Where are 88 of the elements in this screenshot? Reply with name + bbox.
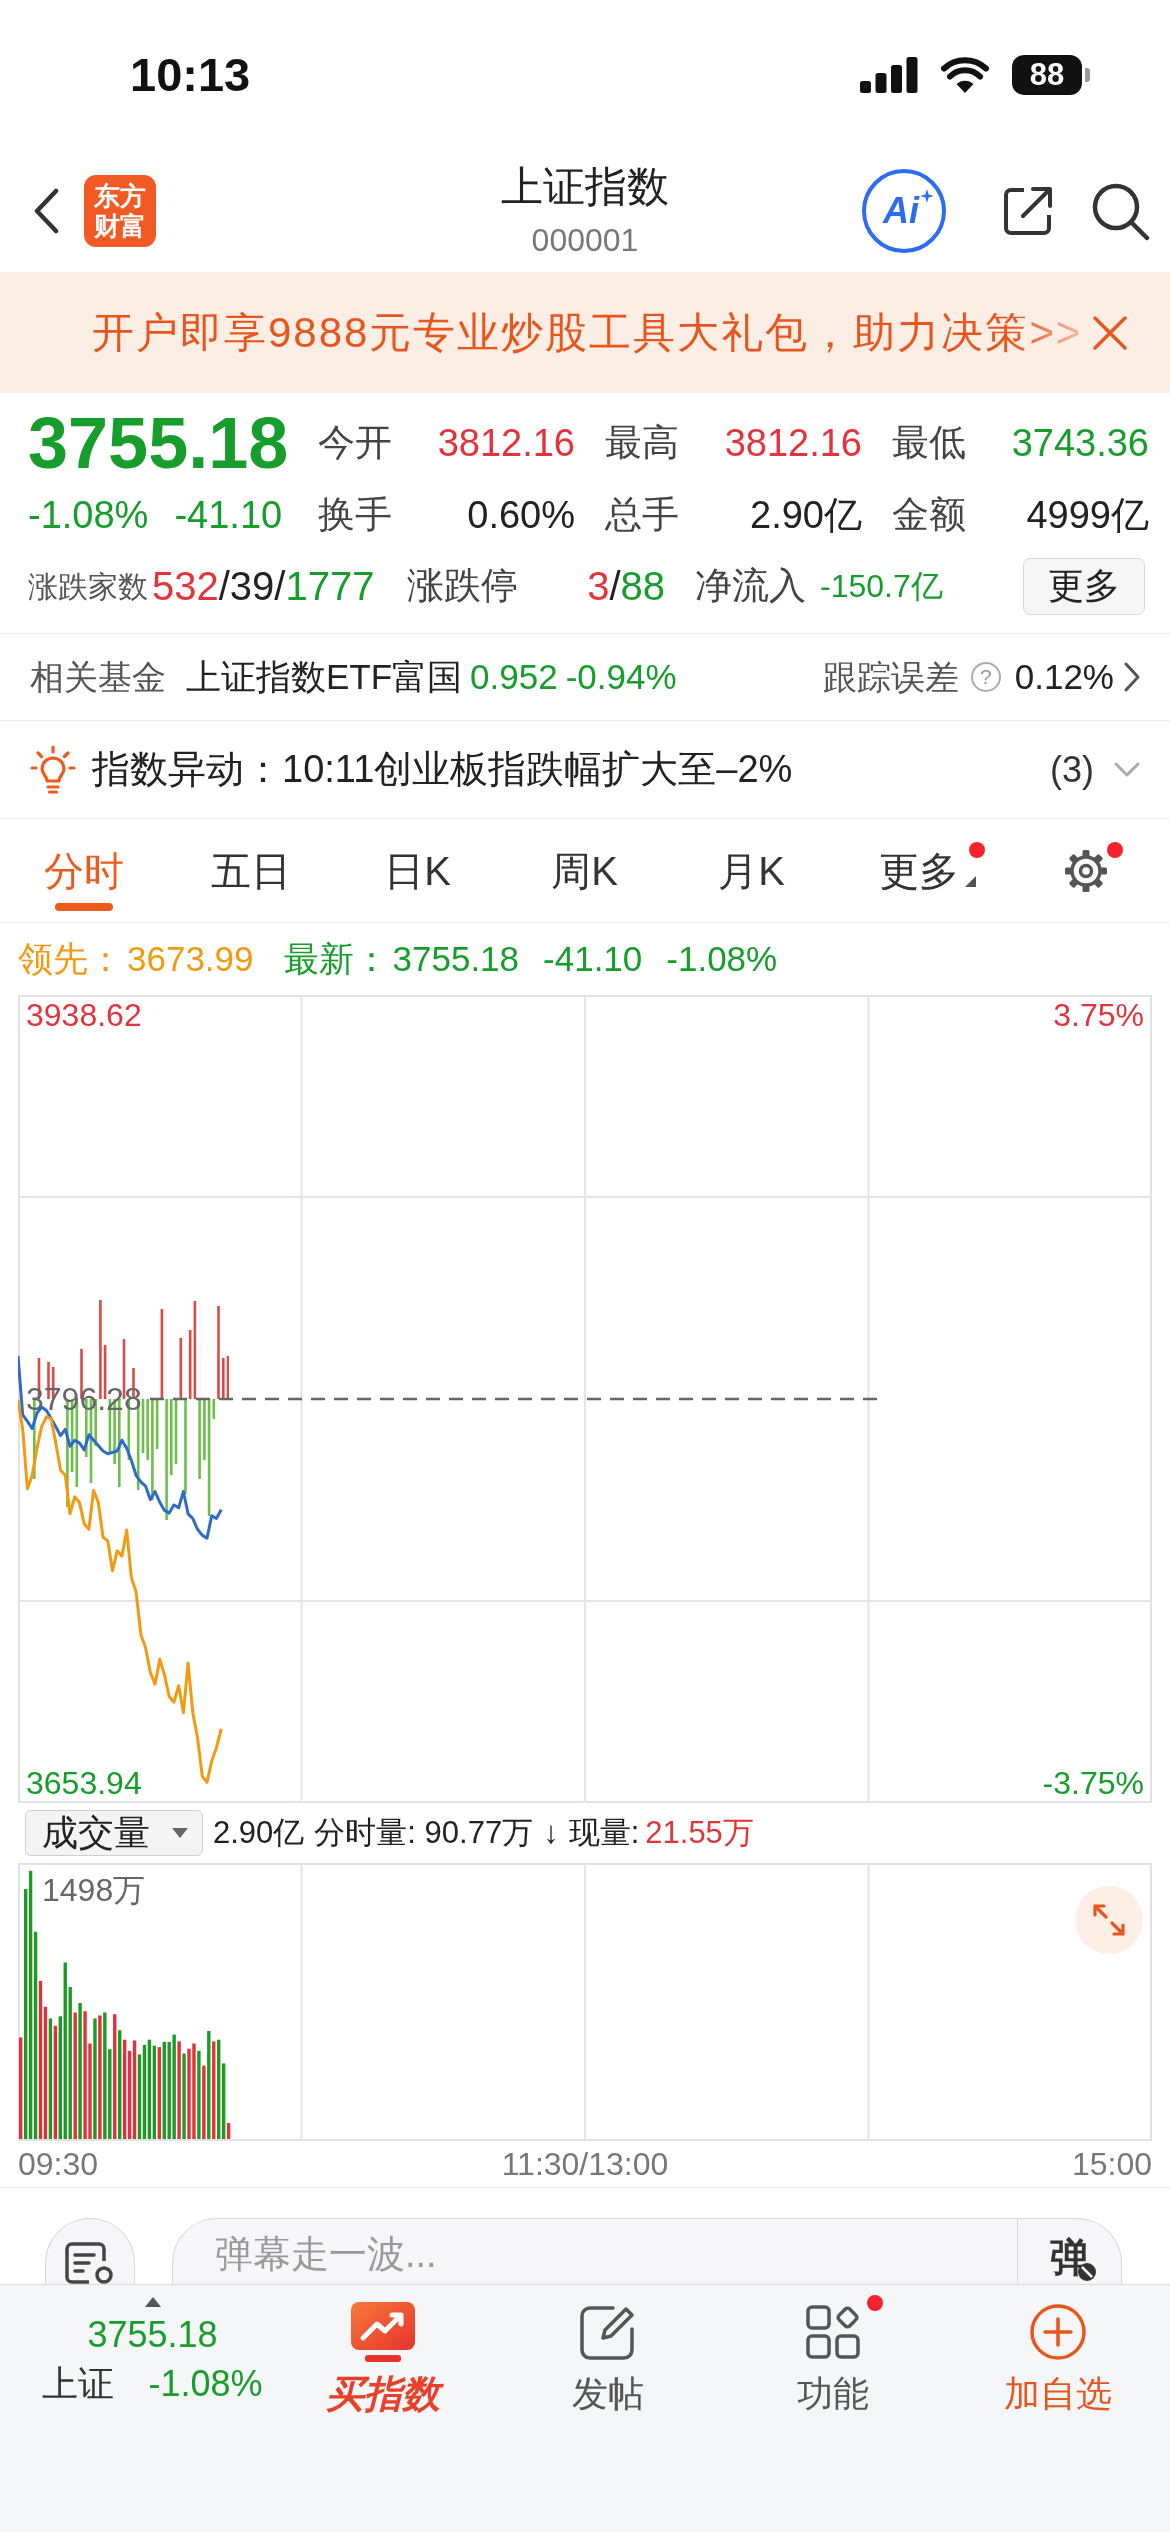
- danmaku-list-button[interactable]: [45, 2218, 135, 2284]
- index-alert-text[interactable]: 指数异动：10:11创业板指跌幅扩大至–2%: [92, 741, 793, 798]
- dropdown-triangle-icon: [965, 876, 976, 887]
- stat-value: 0.60%: [467, 492, 575, 538]
- stat-label: 今开: [318, 421, 392, 466]
- stat-value: 3812.16: [437, 420, 575, 466]
- leading-label: 领先：: [18, 937, 123, 980]
- volume-indicator-dropdown[interactable]: 成交量: [25, 1810, 203, 1856]
- breadth-label: 涨跌家数: [28, 568, 148, 605]
- limit-value: 3/88: [587, 563, 665, 610]
- stat-value: 3743.36: [1011, 420, 1149, 466]
- clock-time: 10:13: [130, 46, 251, 103]
- search-icon[interactable]: [1090, 181, 1150, 241]
- latest-change-percent: -1.08%: [666, 937, 778, 980]
- latest-value: 3755.18: [392, 937, 520, 980]
- chart-trend-icon: [350, 2302, 415, 2362]
- minute-volume: 分时量: 90.77万: [314, 1813, 534, 1852]
- mini-index-change: -1.08%: [148, 2362, 263, 2406]
- stat-value: 2.90亿: [750, 492, 862, 538]
- fund-name[interactable]: 上证指数ETF富国: [186, 650, 463, 704]
- price-change-percent: -1.08%: [28, 492, 149, 538]
- leading-value: 3673.99: [127, 937, 254, 980]
- buy-index-button[interactable]: 买指数: [270, 2285, 495, 2419]
- more-menu-tab[interactable]: 更多: [835, 819, 1002, 922]
- index-code: 000001: [530, 221, 640, 260]
- stat-value: 3812.16: [724, 420, 862, 466]
- time-axis-label: 09:30: [18, 2145, 99, 2184]
- alert-count: (3): [1050, 747, 1094, 792]
- page-title: 上证指数: [501, 162, 669, 212]
- tracking-error-label: 跟踪误差: [822, 656, 959, 698]
- document-icon: [64, 2241, 116, 2284]
- index-price: 3755.18: [28, 403, 288, 483]
- net-inflow-value: -150.7亿: [820, 567, 943, 606]
- add-icon: [1028, 2303, 1087, 2361]
- fund-change: -0.94%: [565, 655, 677, 698]
- stat-label: 最低: [892, 421, 966, 466]
- post-button[interactable]: 发帖: [495, 2285, 720, 2419]
- breadth-value: 532/39/1777: [152, 563, 375, 610]
- battery-indicator: 88: [1012, 55, 1090, 95]
- period-tab[interactable]: 月K: [668, 819, 835, 922]
- stat-label: 最高: [605, 421, 679, 466]
- percent-axis-label: -3.75%: [1042, 1765, 1144, 1801]
- expand-button[interactable]: [1075, 1886, 1143, 1954]
- stat-label: 换手: [318, 493, 392, 538]
- expand-icon: [1093, 1904, 1125, 1936]
- current-volume-label: 现量:: [568, 1813, 640, 1852]
- grid-icon: [804, 2304, 861, 2360]
- time-axis-label: 15:00: [1071, 2145, 1152, 2184]
- latest-change: -41.10: [543, 937, 643, 980]
- limit-label: 涨跌停: [407, 564, 518, 609]
- volume-total: 2.90亿: [213, 1813, 305, 1852]
- period-tab[interactable]: 日K: [334, 819, 501, 922]
- period-tab[interactable]: 五日: [167, 819, 334, 922]
- stat-label: 总手: [605, 493, 679, 538]
- fund-price: 0.952: [470, 655, 558, 698]
- percent-axis-label: 3.75%: [1053, 997, 1144, 1033]
- danmaku-input[interactable]: 弹幕走一波... 弹: [172, 2218, 1122, 2284]
- more-button[interactable]: 更多: [1023, 557, 1145, 615]
- latest-label: 最新：: [283, 937, 389, 980]
- price-axis-label: 3938.62: [26, 997, 142, 1033]
- mini-index-price: 3755.18: [87, 2313, 218, 2357]
- close-icon[interactable]: [1092, 314, 1128, 351]
- app-logo: 东方财富: [84, 175, 156, 247]
- lightbulb-icon: [30, 744, 76, 795]
- tools-button[interactable]: 功能: [720, 2285, 945, 2419]
- net-inflow-label: 净流入: [695, 564, 806, 609]
- stat-label: 金额: [892, 493, 966, 538]
- ai-assistant-button[interactable]: Ai: [862, 169, 946, 253]
- caret-up-icon: [144, 2297, 161, 2307]
- share-icon[interactable]: [1002, 185, 1054, 237]
- sparkle-icon: [920, 189, 934, 203]
- time-axis-label: 11:30/13:00: [501, 2145, 669, 2184]
- caret-icon: [172, 1828, 188, 1838]
- wifi-icon: [940, 56, 990, 94]
- current-volume-value: 21.55万: [645, 1813, 754, 1852]
- back-icon[interactable]: [32, 188, 60, 234]
- volume-trend-arrow: ↓: [543, 1813, 559, 1852]
- period-tab[interactable]: 周K: [501, 819, 668, 922]
- tracking-error-value: 0.12%: [1014, 655, 1114, 698]
- signal-icon: [860, 57, 918, 93]
- price-axis-label: 3653.94: [26, 1765, 142, 1801]
- chevron-right-icon[interactable]: [1124, 662, 1140, 692]
- mini-index-name: 上证: [42, 2362, 115, 2406]
- price-change: -41.10: [174, 492, 283, 538]
- edit-icon: [578, 2303, 637, 2361]
- stat-value: 4999亿: [1026, 492, 1149, 538]
- volume-scale-label: 1498万: [42, 1872, 146, 1908]
- fund-section-label: 相关基金: [30, 656, 166, 698]
